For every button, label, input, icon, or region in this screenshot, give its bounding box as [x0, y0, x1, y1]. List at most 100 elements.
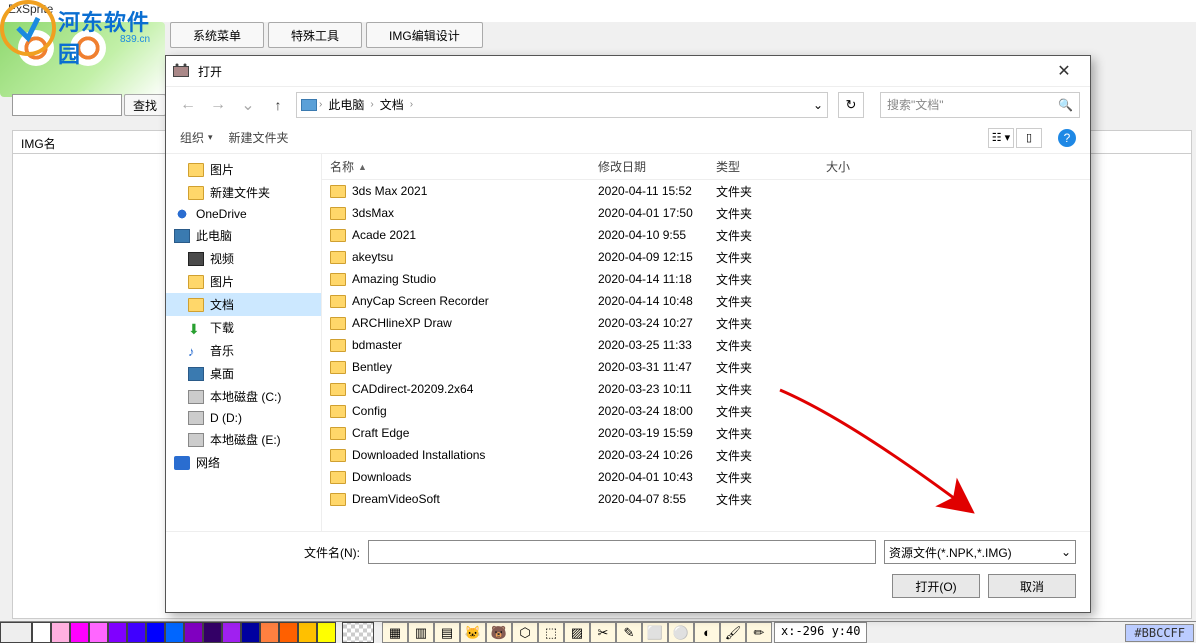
palette-swatch[interactable]: [108, 622, 127, 643]
file-row[interactable]: Amazing Studio2020-04-14 11:18文件夹: [322, 268, 1090, 290]
tool-button[interactable]: ✎: [616, 622, 642, 643]
file-row[interactable]: Acade 20212020-04-10 9:55文件夹: [322, 224, 1090, 246]
file-type: 文件夹: [708, 425, 818, 442]
nav-back-button[interactable]: ←: [176, 93, 200, 117]
search-input[interactable]: 搜索"文档" 🔍: [880, 92, 1080, 118]
tool-button[interactable]: ▨: [564, 622, 590, 643]
palette-swatch[interactable]: [70, 622, 89, 643]
palette-swatch[interactable]: [51, 622, 70, 643]
open-button[interactable]: 打开(O): [892, 574, 980, 598]
col-date[interactable]: 修改日期: [590, 158, 708, 175]
tool-button[interactable]: ▦: [382, 622, 408, 643]
sidebar-item[interactable]: OneDrive: [166, 204, 321, 224]
folder-icon: [188, 298, 204, 312]
file-row[interactable]: DreamVideoSoft2020-04-07 8:55文件夹: [322, 488, 1090, 510]
sidebar-item[interactable]: 此电脑: [166, 224, 321, 247]
tool-button[interactable]: ✂: [590, 622, 616, 643]
help-icon[interactable]: ?: [1058, 129, 1076, 147]
tab-img-edit[interactable]: IMG编辑设计: [366, 22, 483, 48]
tool-button[interactable]: ⬚: [538, 622, 564, 643]
app-search-input[interactable]: [12, 94, 122, 116]
tab-special[interactable]: 特殊工具: [268, 22, 362, 48]
file-date: 2020-04-14 11:18: [590, 272, 708, 286]
palette-swatch[interactable]: [184, 622, 203, 643]
tool-button[interactable]: 🐻: [486, 622, 512, 643]
tool-button[interactable]: ◐: [694, 622, 720, 643]
organize-menu[interactable]: 组织▾: [180, 129, 213, 146]
palette-swatch[interactable]: [241, 622, 260, 643]
tool-button[interactable]: ⚪: [668, 622, 694, 643]
tool-button[interactable]: 🐱: [460, 622, 486, 643]
col-type[interactable]: 类型: [708, 158, 818, 175]
breadcrumb-dropdown[interactable]: ⌄: [813, 98, 823, 112]
sidebar-item[interactable]: 桌面: [166, 362, 321, 385]
file-row[interactable]: CADdirect-20209.2x642020-03-23 10:11文件夹: [322, 378, 1090, 400]
filetype-select[interactable]: 资源文件(*.NPK,*.IMG) ⌄: [884, 540, 1076, 564]
breadcrumb-root[interactable]: 此电脑: [324, 94, 368, 115]
sidebar-item[interactable]: 新建文件夹: [166, 181, 321, 204]
file-row[interactable]: Config2020-03-24 18:00文件夹: [322, 400, 1090, 422]
file-row[interactable]: akeytsu2020-04-09 12:15文件夹: [322, 246, 1090, 268]
palette-swatch[interactable]: [127, 622, 146, 643]
palette-transparent[interactable]: [342, 622, 374, 643]
palette-swatch[interactable]: [165, 622, 184, 643]
palette-swatch[interactable]: [89, 622, 108, 643]
preview-pane-button[interactable]: ▯: [1016, 128, 1042, 148]
tab-system[interactable]: 系统菜单: [170, 22, 264, 48]
file-row[interactable]: bdmaster2020-03-25 11:33文件夹: [322, 334, 1090, 356]
sidebar-item[interactable]: 视频: [166, 247, 321, 270]
breadcrumb-folder[interactable]: 文档: [376, 94, 408, 115]
tool-button[interactable]: ⬡: [512, 622, 538, 643]
watermark-logo: 河东软件园 839.cn: [0, 0, 160, 80]
sidebar-item[interactable]: 本地磁盘 (C:): [166, 385, 321, 408]
palette-swatch[interactable]: [32, 622, 51, 643]
palette-swatch[interactable]: [203, 622, 222, 643]
palette-swatch[interactable]: [222, 622, 241, 643]
cancel-button[interactable]: 取消: [988, 574, 1076, 598]
app-search-button[interactable]: 查找: [124, 94, 166, 116]
file-row[interactable]: 3ds Max 20212020-04-11 15:52文件夹: [322, 180, 1090, 202]
file-row[interactable]: ARCHlineXP Draw2020-03-24 10:27文件夹: [322, 312, 1090, 334]
palette-swatch[interactable]: [279, 622, 298, 643]
col-size[interactable]: 大小: [818, 158, 898, 175]
tool-button[interactable]: ✏: [746, 622, 772, 643]
file-row[interactable]: Bentley2020-03-31 11:47文件夹: [322, 356, 1090, 378]
palette-swatch[interactable]: [298, 622, 317, 643]
palette-swatch[interactable]: [317, 622, 336, 643]
close-button[interactable]: ✕: [1044, 57, 1084, 85]
sidebar-item[interactable]: 网络: [166, 451, 321, 474]
new-folder-button[interactable]: 新建文件夹: [229, 129, 289, 146]
filename-input[interactable]: [368, 540, 876, 564]
view-mode-button[interactable]: ☷ ▾: [988, 128, 1014, 148]
file-row[interactable]: Downloads2020-04-01 10:43文件夹: [322, 466, 1090, 488]
chevron-down-icon: ⌄: [1061, 545, 1071, 559]
file-date: 2020-04-01 10:43: [590, 470, 708, 484]
sidebar-item[interactable]: 本地磁盘 (E:): [166, 428, 321, 451]
palette-swatch[interactable]: [146, 622, 165, 643]
nav-forward-button[interactable]: →: [206, 93, 230, 117]
breadcrumb[interactable]: › 此电脑 › 文档 › ⌄: [296, 92, 828, 118]
palette-empty[interactable]: [0, 622, 32, 643]
sidebar-item[interactable]: 文档: [166, 293, 321, 316]
folder-icon: [330, 295, 346, 308]
file-row[interactable]: 3dsMax2020-04-01 17:50文件夹: [322, 202, 1090, 224]
sidebar-item[interactable]: 图片: [166, 270, 321, 293]
nav-recent-dropdown[interactable]: ⌄: [236, 93, 260, 117]
palette-swatch[interactable]: [260, 622, 279, 643]
file-name: Config: [352, 404, 387, 418]
tool-button[interactable]: 🖌: [720, 622, 746, 643]
file-row[interactable]: Downloaded Installations2020-03-24 10:26…: [322, 444, 1090, 466]
file-name: ARCHlineXP Draw: [352, 316, 452, 330]
refresh-button[interactable]: ↻: [838, 92, 864, 118]
sidebar-item[interactable]: D (D:): [166, 408, 321, 428]
sidebar-item[interactable]: ⬇下载: [166, 316, 321, 339]
col-name[interactable]: 名称▲: [322, 158, 590, 175]
tool-button[interactable]: ▤: [434, 622, 460, 643]
tool-button[interactable]: ▥: [408, 622, 434, 643]
sidebar-item[interactable]: 图片: [166, 158, 321, 181]
file-row[interactable]: Craft Edge2020-03-19 15:59文件夹: [322, 422, 1090, 444]
tool-button[interactable]: ⬜: [642, 622, 668, 643]
sidebar-item[interactable]: ♪音乐: [166, 339, 321, 362]
nav-up-button[interactable]: ↑: [266, 93, 290, 117]
file-row[interactable]: AnyCap Screen Recorder2020-04-14 10:48文件…: [322, 290, 1090, 312]
